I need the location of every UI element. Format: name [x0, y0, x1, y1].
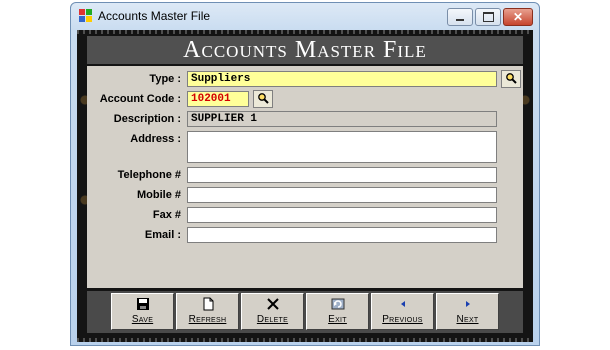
search-icon	[505, 72, 517, 87]
exit-button[interactable]: Exit	[306, 293, 369, 330]
header-bar: Accounts Master File	[87, 36, 523, 64]
exit-icon	[331, 297, 345, 311]
telephone-field[interactable]	[187, 167, 497, 183]
fax-field[interactable]	[187, 207, 497, 223]
address-label: Address :	[130, 133, 181, 145]
next-button[interactable]: Next	[436, 293, 499, 330]
maximize-button[interactable]	[475, 8, 501, 26]
delete-button[interactable]: Delete	[241, 293, 304, 330]
minimize-icon	[456, 19, 464, 21]
accounts-window: Accounts Master File ✕ Accounts Master F…	[70, 2, 540, 346]
email-label: Email :	[144, 229, 181, 241]
refresh-icon	[201, 297, 215, 311]
close-icon: ✕	[512, 10, 524, 24]
next-label: Next	[456, 314, 479, 325]
telephone-label: Telephone #	[117, 169, 181, 181]
window-title: Accounts Master File	[98, 9, 211, 23]
type-label: Type :	[149, 73, 181, 85]
previous-icon	[396, 297, 410, 311]
previous-label: Previous	[382, 314, 423, 325]
fax-label: Fax #	[152, 209, 181, 221]
exit-label: Exit	[328, 314, 347, 325]
type-field[interactable]: Suppliers	[187, 71, 497, 87]
previous-button[interactable]: Previous	[371, 293, 434, 330]
save-icon	[136, 297, 150, 311]
minimize-button[interactable]	[447, 8, 473, 26]
address-field[interactable]	[187, 131, 497, 163]
save-button[interactable]: Save	[111, 293, 174, 330]
mobile-field[interactable]	[187, 187, 497, 203]
delete-label: Delete	[256, 314, 289, 325]
next-icon	[461, 297, 475, 311]
delete-icon	[266, 297, 280, 311]
page-title: Accounts Master File	[183, 36, 427, 63]
refresh-button[interactable]: Refresh	[176, 293, 239, 330]
form-panel: Type : Suppliers Account Code : 102001 D…	[87, 66, 523, 288]
client-area: Accounts Master File Type : Suppliers Ac…	[77, 30, 533, 342]
email-field[interactable]	[187, 227, 497, 243]
account-code-search-button[interactable]	[253, 90, 273, 108]
mobile-label: Mobile #	[136, 189, 181, 201]
description-field: SUPPLIER 1	[187, 111, 497, 127]
account-code-field[interactable]: 102001	[187, 91, 249, 107]
account-code-label: Account Code :	[99, 93, 181, 105]
maximize-icon	[482, 12, 494, 22]
refresh-label: Refresh	[188, 314, 227, 325]
description-label: Description :	[113, 113, 181, 125]
toolbar: Save Refresh Delete Exit Previous Next	[87, 291, 523, 333]
save-label: Save	[131, 314, 154, 325]
close-button[interactable]: ✕	[503, 8, 533, 26]
type-search-button[interactable]	[501, 70, 521, 88]
search-icon	[257, 92, 269, 107]
title-bar[interactable]: Accounts Master File ✕	[71, 3, 539, 29]
app-icon	[79, 9, 93, 23]
